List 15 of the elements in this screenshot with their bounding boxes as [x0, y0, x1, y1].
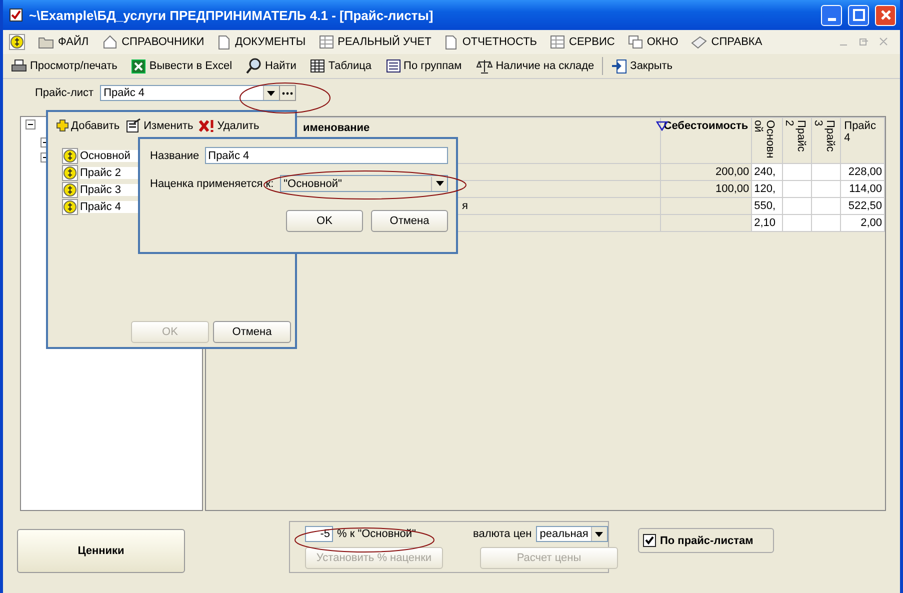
checkbox-label: По прайс-листам [660, 534, 754, 546]
table-cell: 100,00 [660, 180, 752, 198]
table-cell: 240, [752, 164, 782, 180]
table-cell: 114,00 [840, 180, 884, 198]
table-cell: 522,50 [840, 198, 884, 214]
table-cell: 2,10 [752, 214, 782, 232]
field-label: Прайс-лист [35, 87, 94, 99]
table-cell: 2,00 [840, 214, 884, 232]
table-cell: 120, [752, 180, 782, 198]
window-title: ~\Example\БД_услуги ПРЕДПРИНИМАТЕЛЬ 4.1 - [Прайс-листы] [29, 8, 434, 22]
table-cell: 200,00 [660, 164, 752, 180]
markup-label: % к "Основной" [337, 528, 416, 540]
currency-label: валюта цен [473, 528, 532, 540]
table-cell: 550, [752, 198, 782, 214]
table-cell: 228,00 [840, 164, 884, 180]
